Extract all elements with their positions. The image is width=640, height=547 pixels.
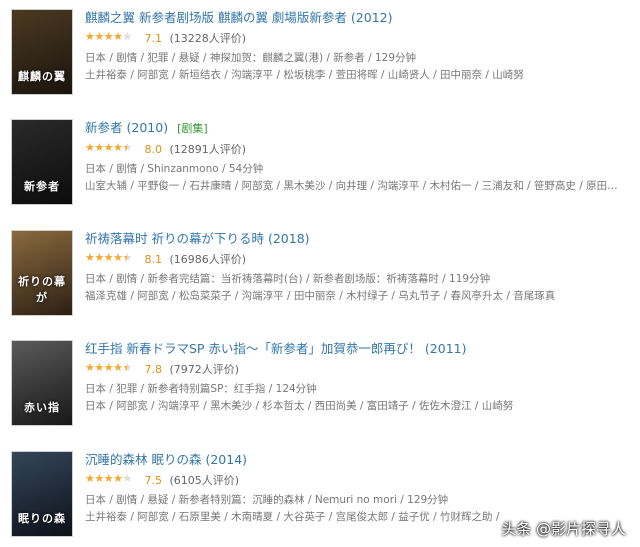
movie-title[interactable]: 沉睡的森林 眠りの森 <box>85 452 201 467</box>
rating-count: (6105人评价) <box>169 474 240 487</box>
series-tag: [剧集] <box>177 122 208 135</box>
poster-title-text: 麒麟の翼 <box>18 70 66 83</box>
movie-cast-line: 福泽克雄 / 阿部宽 / 松岛菜菜子 / 沟端淳平 / 田中丽奈 / 木村绿子 … <box>85 290 556 302</box>
poster-title-text: 祈りの幕が <box>18 275 66 304</box>
movie-year: (2014) <box>205 452 248 467</box>
movie-title[interactable]: 祈祷落幕时 祈りの幕が下りる時 <box>85 231 264 246</box>
movie-meta: 日本 / 剧情 / 犯罪 / 悬疑 / 神探加贺：麒麟之翼(港) / 新参者 /… <box>85 50 635 84</box>
star-rating-icon: ★★★★★★★★★★ <box>85 472 132 485</box>
movie-poster[interactable]: 新参者 <box>12 120 72 204</box>
movie-year: (2012) <box>350 10 393 25</box>
movie-cast-line: 山室大辅 / 平野俊一 / 石井康晴 / 阿部宽 / 黑木美沙 / 向井理 / … <box>85 180 618 192</box>
rating-count: (7972人评价) <box>169 363 240 376</box>
rating-row: ★★★★★★★★★★ 7.8 (7972人评价) <box>85 361 635 377</box>
rating-count: (16986人评价) <box>169 253 247 266</box>
movie-meta: 日本 / 剧情 / 新参者完结篇：当祈祷落幕时(台) / 新参者剧场版：祈祷落幕… <box>85 271 635 305</box>
rating-score: 8.1 <box>144 253 163 266</box>
rating-count: (13228人评价) <box>169 32 247 45</box>
movie-title-link[interactable]: 沉睡的森林 眠りの森 (2014) <box>85 452 635 468</box>
movie-poster[interactable]: 麒麟の翼 <box>12 10 72 94</box>
movie-meta-line: 日本 / 剧情 / 新参者完结篇：当祈祷落幕时(台) / 新参者剧场版：祈祷落幕… <box>85 273 491 285</box>
movie-title[interactable]: 新参者 <box>85 120 123 135</box>
star-rating-icon: ★★★★★★★★★★ <box>85 141 132 154</box>
movie-year: (2010) <box>126 120 169 135</box>
movie-title[interactable]: 麒麟之翼 新参者剧场版 麒麟の翼 劇場版新参者 <box>85 10 347 25</box>
movie-year: (2011) <box>424 341 467 356</box>
star-rating-icon: ★★★★★★★★★★ <box>85 361 132 374</box>
movie-title-link[interactable]: 祈祷落幕时 祈りの幕が下りる時 (2018) <box>85 231 635 247</box>
movie-title-link[interactable]: 新参者 (2010) [剧集] <box>85 120 635 137</box>
movie-title[interactable]: 红手指 新春ドラマSP 赤い指～「新参者」加賀恭一郎再び！ <box>85 341 421 356</box>
movie-poster[interactable]: 祈りの幕が <box>12 231 72 315</box>
movie-title-link[interactable]: 红手指 新春ドラマSP 赤い指～「新参者」加賀恭一郎再び！ (2011) <box>85 341 635 357</box>
movie-cast-line: 日本 / 阿部宽 / 沟端淳平 / 黑木美沙 / 杉本哲太 / 西田尚美 / 富… <box>85 400 514 412</box>
movie-cast-line: 土井裕泰 / 阿部宽 / 新垣结衣 / 沟端淳平 / 松坂桃李 / 萱田将晖 /… <box>85 69 524 81</box>
movie-year: (2018) <box>267 231 310 246</box>
rating-score: 7.8 <box>144 363 163 376</box>
movie-poster[interactable]: 眠りの森 <box>12 452 72 536</box>
rating-row: ★★★★★★★★★★ 8.0 (12891人评价) <box>85 141 635 157</box>
star-rating-icon: ★★★★★★★★★★ <box>85 251 132 264</box>
watermark-text: 头条 @影片探寻人 <box>501 520 626 538</box>
movie-meta-line: 日本 / 剧情 / 悬疑 / 新参者特别篇：沉睡的森林 / Nemuri no … <box>85 494 449 506</box>
poster-title-text: 新参者 <box>24 180 60 193</box>
movie-meta-line: 日本 / 剧情 / 犯罪 / 悬疑 / 神探加贺：麒麟之翼(港) / 新参者 /… <box>85 52 417 64</box>
movie-title-link[interactable]: 麒麟之翼 新参者剧场版 麒麟の翼 劇場版新参者 (2012) <box>85 10 635 26</box>
rating-score: 8.0 <box>144 143 163 156</box>
rating-row: ★★★★★★★★★★ 8.1 (16986人评价) <box>85 251 635 267</box>
movie-meta: 日本 / 剧情 / Shinzanmono / 54分钟 山室大辅 / 平野俊一… <box>85 161 635 195</box>
rating-score: 7.5 <box>144 474 163 487</box>
poster-title-text: 赤い指 <box>24 401 60 414</box>
movie-meta: 日本 / 犯罪 / 新参者特别篇SP：红手指 / 124分钟 日本 / 阿部宽 … <box>85 381 635 415</box>
rating-score: 7.1 <box>144 32 163 45</box>
poster-title-text: 眠りの森 <box>18 512 66 525</box>
movie-poster[interactable]: 赤い指 <box>12 341 72 425</box>
star-rating-icon: ★★★★★★★★★★ <box>85 30 132 43</box>
movie-list-page: { "movies": [ { "title": "麒麟之翼 新参者剧场版 麒麟… <box>0 0 640 547</box>
rating-row: ★★★★★★★★★★ 7.1 (13228人评价) <box>85 30 635 46</box>
rating-count: (12891人评价) <box>169 143 247 156</box>
movie-meta-line: 日本 / 犯罪 / 新参者特别篇SP：红手指 / 124分钟 <box>85 383 317 395</box>
movie-meta-line: 日本 / 剧情 / Shinzanmono / 54分钟 <box>85 163 264 175</box>
rating-row: ★★★★★★★★★★ 7.5 (6105人评价) <box>85 472 635 488</box>
